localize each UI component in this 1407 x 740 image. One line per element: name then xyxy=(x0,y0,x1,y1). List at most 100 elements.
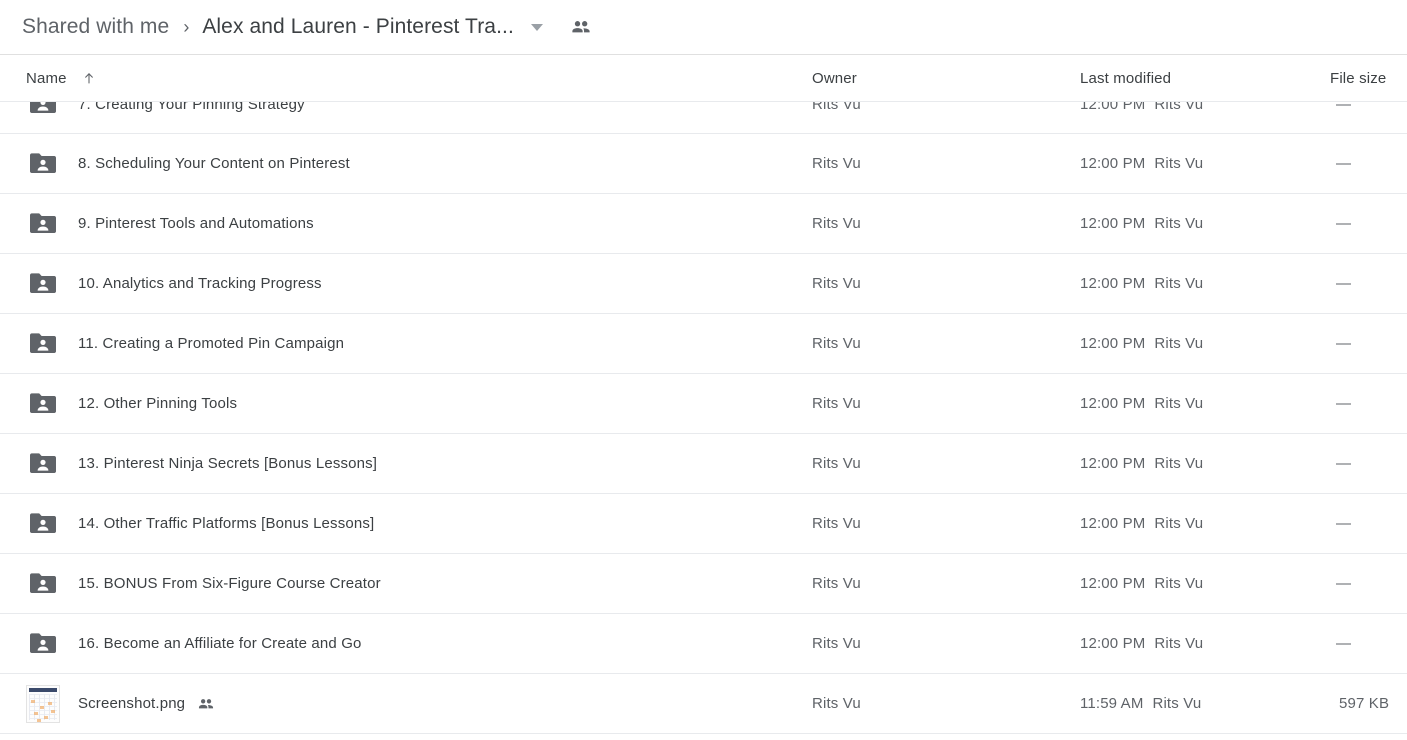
image-thumbnail-icon xyxy=(26,684,60,723)
file-name-label[interactable]: 14. Other Traffic Platforms [Bonus Lesso… xyxy=(78,515,374,532)
shared-folder-icon xyxy=(26,209,60,239)
last-modified-cell: 12:00 PM Rits Vu xyxy=(1080,395,1330,412)
last-modified-cell: 12:00 PM Rits Vu xyxy=(1080,455,1330,472)
file-size-cell: — xyxy=(1336,275,1352,292)
last-modified-by: Rits Vu xyxy=(1154,635,1204,652)
file-size-cell: — xyxy=(1336,635,1352,652)
last-modified-time: 11:59 AM xyxy=(1080,695,1144,712)
file-name-cell[interactable]: 13. Pinterest Ninja Secrets [Bonus Lesso… xyxy=(0,449,812,479)
file-name-cell[interactable]: 15. BONUS From Six-Figure Course Creator xyxy=(0,569,812,599)
file-size-cell: — xyxy=(1336,455,1352,472)
breadcrumb-item-current-folder[interactable]: Alex and Lauren - Pinterest Tra... xyxy=(202,15,514,39)
owner-cell: Rits Vu xyxy=(812,395,861,412)
table-row[interactable]: 16. Become an Affiliate for Create and G… xyxy=(0,614,1407,674)
column-header-file-size[interactable]: File size xyxy=(1330,70,1407,87)
file-name-cell[interactable]: 9. Pinterest Tools and Automations xyxy=(0,209,812,239)
last-modified-by: Rits Vu xyxy=(1154,215,1204,232)
table-row[interactable]: 14. Other Traffic Platforms [Bonus Lesso… xyxy=(0,494,1407,554)
file-name-label[interactable]: 16. Become an Affiliate for Create and G… xyxy=(78,635,362,652)
last-modified-by: Rits Vu xyxy=(1154,515,1204,532)
file-name-cell[interactable]: 12. Other Pinning Tools xyxy=(0,389,812,419)
table-row[interactable]: 8. Scheduling Your Content on Pinterest R… xyxy=(0,134,1407,194)
last-modified-time: 12:00 PM xyxy=(1080,215,1146,232)
shared-folder-icon xyxy=(26,102,60,119)
file-name-label[interactable]: 11. Creating a Promoted Pin Campaign xyxy=(78,335,344,352)
owner-cell: Rits Vu xyxy=(812,635,861,652)
owner-cell: Rits Vu xyxy=(812,275,861,292)
column-header-name-label: Name xyxy=(26,69,67,87)
file-name-label[interactable]: 12. Other Pinning Tools xyxy=(78,395,237,412)
file-list-scroll-area[interactable]: 7. Creating Your Pinning Strategy Rits Vu… xyxy=(0,102,1407,740)
drive-file-list-page: Shared with me › Alex and Lauren - Pinte… xyxy=(0,0,1407,740)
table-row[interactable]: 7. Creating Your Pinning Strategy Rits Vu… xyxy=(0,102,1407,134)
last-modified-cell: 12:00 PM Rits Vu xyxy=(1080,155,1330,172)
file-size-cell: — xyxy=(1336,155,1352,172)
owner-cell: Rits Vu xyxy=(812,695,861,712)
table-row[interactable]: 12. Other Pinning Tools Rits Vu 12:00 PM Ri… xyxy=(0,374,1407,434)
file-size-cell: — xyxy=(1336,215,1352,232)
shared-folder-icon xyxy=(26,629,60,659)
breadcrumb: Shared with me › Alex and Lauren - Pinte… xyxy=(0,0,1407,55)
file-name-label[interactable]: 10. Analytics and Tracking Progress xyxy=(78,275,322,292)
chevron-down-icon[interactable] xyxy=(530,20,544,34)
file-name-label[interactable]: Screenshot.png xyxy=(78,695,185,712)
last-modified-by: Rits Vu xyxy=(1154,575,1204,592)
file-name-label[interactable]: 9. Pinterest Tools and Automations xyxy=(78,215,314,232)
table-row[interactable]: 15. BONUS From Six-Figure Course Creator… xyxy=(0,554,1407,614)
last-modified-cell: 12:00 PM Rits Vu xyxy=(1080,575,1330,592)
file-name-cell[interactable]: 8. Scheduling Your Content on Pinterest xyxy=(0,149,812,179)
file-name-label[interactable]: 7. Creating Your Pinning Strategy xyxy=(78,102,305,113)
last-modified-cell: 12:00 PM Rits Vu xyxy=(1080,102,1330,113)
table-row[interactable]: 11. Creating a Promoted Pin Campaign Rits… xyxy=(0,314,1407,374)
file-name-cell[interactable]: 11. Creating a Promoted Pin Campaign xyxy=(0,329,812,359)
table-row[interactable]: Screenshot.png Rits Vu 11:59 AM Rits Vu 597 … xyxy=(0,674,1407,734)
owner-cell: Rits Vu xyxy=(812,575,861,592)
last-modified-time: 12:00 PM xyxy=(1080,155,1146,172)
file-name-cell[interactable]: 10. Analytics and Tracking Progress xyxy=(0,269,812,299)
last-modified-by: Rits Vu xyxy=(1154,275,1204,292)
last-modified-by: Rits Vu xyxy=(1154,335,1204,352)
shared-folder-icon xyxy=(26,509,60,539)
owner-cell: Rits Vu xyxy=(812,215,861,232)
shared-folder-icon xyxy=(26,449,60,479)
table-row[interactable]: 10. Analytics and Tracking Progress Rits … xyxy=(0,254,1407,314)
file-size-cell: 597 KB xyxy=(1339,695,1390,712)
last-modified-time: 12:00 PM xyxy=(1080,575,1146,592)
owner-cell: Rits Vu xyxy=(812,455,861,472)
column-header-last-modified[interactable]: Last modified xyxy=(1080,70,1330,87)
last-modified-time: 12:00 PM xyxy=(1080,275,1146,292)
last-modified-cell: 12:00 PM Rits Vu xyxy=(1080,635,1330,652)
shared-folder-icon xyxy=(26,389,60,419)
table-row[interactable]: 13. Pinterest Ninja Secrets [Bonus Lesso… xyxy=(0,434,1407,494)
file-size-cell: — xyxy=(1336,575,1352,592)
file-name-cell[interactable]: 16. Become an Affiliate for Create and G… xyxy=(0,629,812,659)
last-modified-cell: 12:00 PM Rits Vu xyxy=(1080,215,1330,232)
file-size-cell: — xyxy=(1336,335,1352,352)
last-modified-by: Rits Vu xyxy=(1154,155,1204,172)
file-name-label[interactable]: 13. Pinterest Ninja Secrets [Bonus Lesso… xyxy=(78,455,377,472)
breadcrumb-item-shared-with-me[interactable]: Shared with me xyxy=(22,15,169,39)
last-modified-cell: 12:00 PM Rits Vu xyxy=(1080,275,1330,292)
file-size-cell: — xyxy=(1336,102,1352,113)
last-modified-by: Rits Vu xyxy=(1154,395,1204,412)
people-icon[interactable] xyxy=(570,16,592,38)
owner-cell: Rits Vu xyxy=(812,155,861,172)
file-name-label[interactable]: 8. Scheduling Your Content on Pinterest xyxy=(78,155,350,172)
people-icon xyxy=(197,695,215,713)
last-modified-time: 12:00 PM xyxy=(1080,335,1146,352)
last-modified-cell: 12:00 PM Rits Vu xyxy=(1080,515,1330,532)
file-name-cell[interactable]: Screenshot.png xyxy=(0,684,812,723)
shared-folder-icon xyxy=(26,269,60,299)
arrow-up-icon[interactable] xyxy=(81,70,97,86)
column-header-name[interactable]: Name xyxy=(0,70,812,87)
file-name-cell[interactable]: 7. Creating Your Pinning Strategy xyxy=(0,102,812,119)
last-modified-by: Rits Vu xyxy=(1152,695,1202,712)
table-row[interactable]: 9. Pinterest Tools and Automations Rits V… xyxy=(0,194,1407,254)
column-header-owner[interactable]: Owner xyxy=(812,70,1080,87)
last-modified-by: Rits Vu xyxy=(1154,102,1204,113)
file-name-cell[interactable]: 14. Other Traffic Platforms [Bonus Lesso… xyxy=(0,509,812,539)
owner-cell: Rits Vu xyxy=(812,335,861,352)
last-modified-time: 12:00 PM xyxy=(1080,635,1146,652)
file-name-label[interactable]: 15. BONUS From Six-Figure Course Creator xyxy=(78,575,381,592)
file-list-column-headers: Name Owner Last modified File size xyxy=(0,55,1407,102)
